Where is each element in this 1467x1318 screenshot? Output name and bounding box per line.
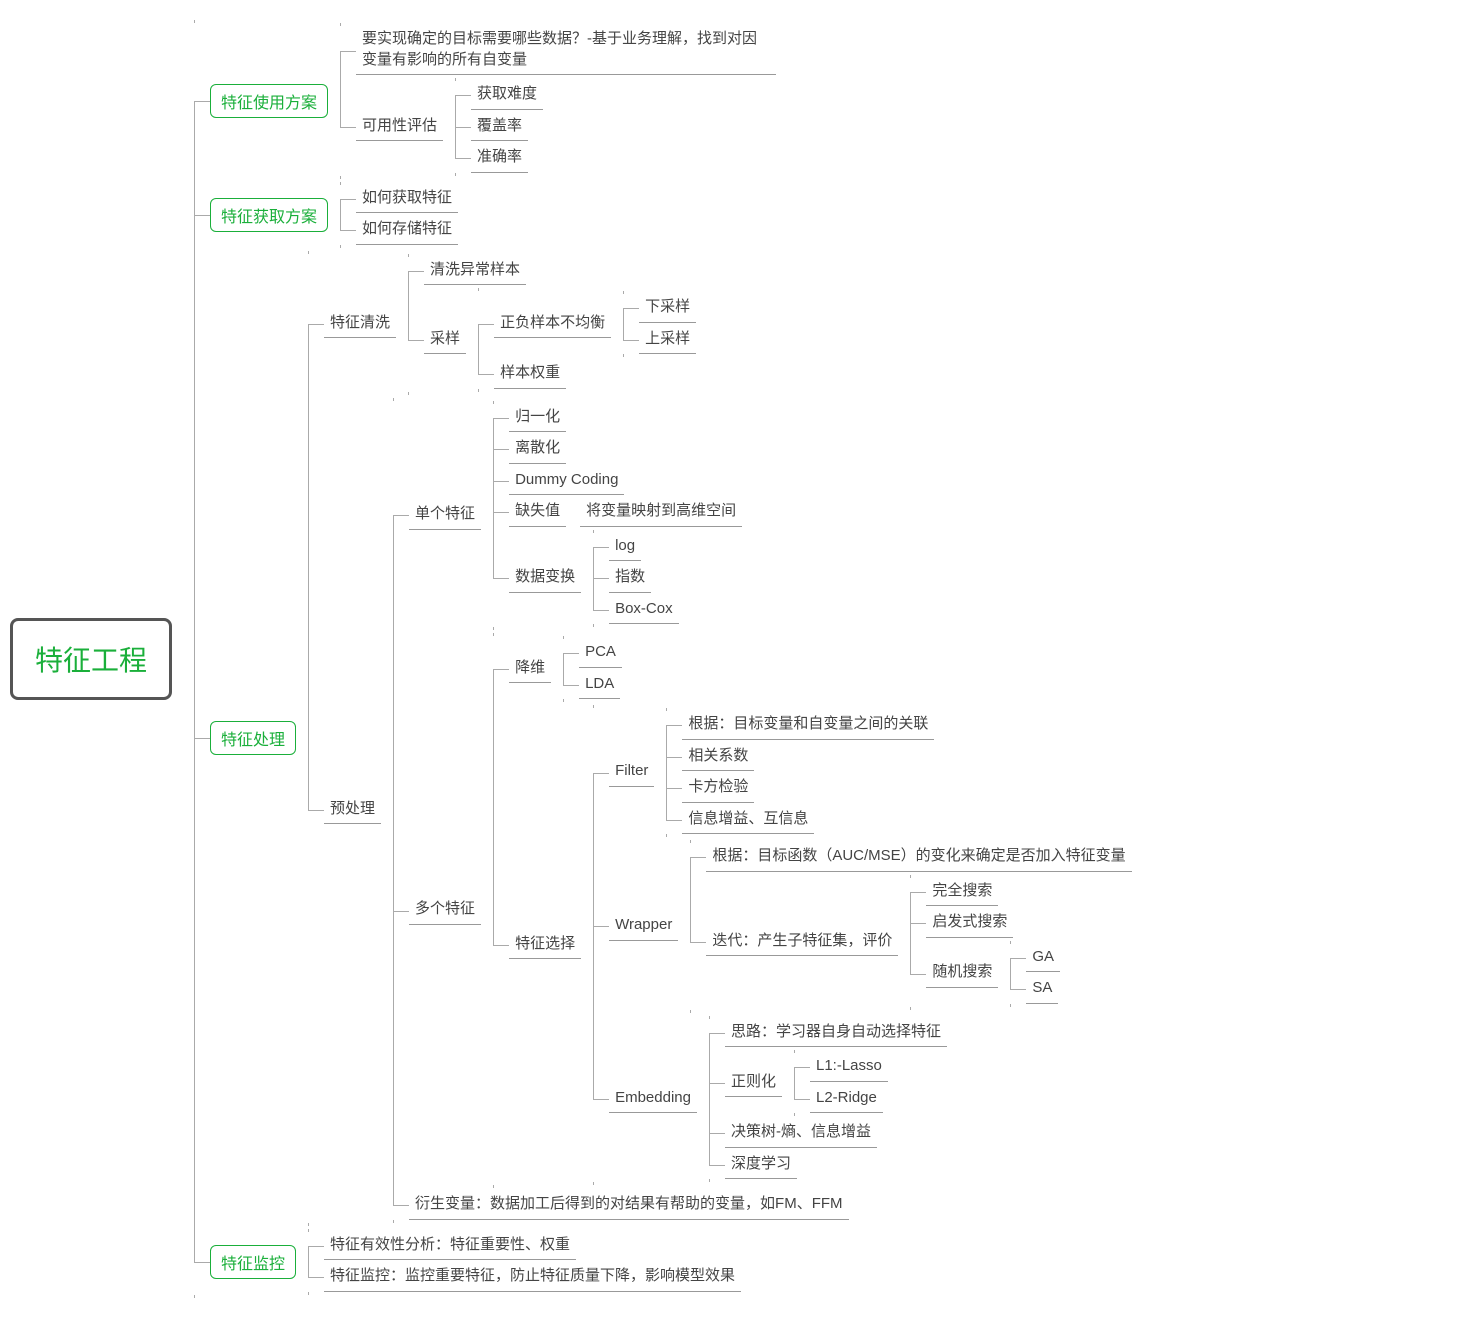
node-full-search: 完全搜索 [926, 878, 998, 907]
branch-feature-monitor: 特征监控 [210, 1245, 296, 1279]
node-clean-abnormal: 清洗异常样本 [424, 257, 526, 286]
node-filter: Filter [609, 758, 654, 787]
branch-feature-acquire: 特征获取方案 [210, 198, 328, 232]
node-wrapper-basis: 根据：目标函数（AUC/MSE）的变化来确定是否加入特征变量 [706, 843, 1131, 872]
node-feature-clean: 特征清洗 [324, 310, 396, 339]
node-lda: LDA [579, 671, 620, 700]
node-ga: GA [1026, 944, 1060, 973]
mindmap-root-container: 特征工程 特征使用方案 要实现确定的目标需要哪些数据？-基于业务理解，找到对因变… [10, 20, 1457, 1298]
node-coverage: 覆盖率 [471, 113, 528, 142]
node-feature-select: 特征选择 [509, 931, 581, 960]
node-availability: 可用性评估 [356, 113, 443, 142]
node-missing-note: 将变量映射到高维空间 [580, 498, 742, 527]
node-heuristic-search: 启发式搜索 [926, 909, 1013, 938]
node-imbalance: 正负样本不均衡 [494, 310, 611, 339]
node-filter-basis: 根据：目标变量和自变量之间的关联 [682, 711, 934, 740]
node-regularization: 正则化 [725, 1069, 782, 1098]
node-iterate: 迭代：产生子特征集，评价 [706, 928, 898, 957]
node-missing-value: 缺失值 [509, 498, 566, 527]
node-derived-var: 衍生变量：数据加工后得到的对结果有帮助的变量，如FM、FFM [409, 1191, 848, 1220]
node-downsample: 下采样 [639, 294, 696, 323]
node-acquire-difficulty: 获取难度 [471, 81, 543, 110]
node-embedding: Embedding [609, 1085, 697, 1114]
node-pca: PCA [579, 639, 622, 668]
node-preprocess: 预处理 [324, 796, 381, 825]
node-chi-square: 卡方检验 [682, 774, 754, 803]
node-accuracy: 准确率 [471, 144, 528, 173]
node-wrapper: Wrapper [609, 912, 678, 941]
node-effectiveness: 特征有效性分析：特征重要性、权重 [324, 1232, 576, 1261]
root-node: 特征工程 [10, 618, 172, 700]
node-info-gain: 信息增益、互信息 [682, 806, 814, 835]
node-deep-learning: 深度学习 [725, 1151, 797, 1180]
node-monitor: 特征监控：监控重要特征，防止特征质量下降，影响模型效果 [324, 1263, 741, 1292]
node-data-transform: 数据变换 [509, 564, 581, 593]
node-l2-ridge: L2-Ridge [810, 1085, 883, 1114]
branch-feature-usage: 特征使用方案 [210, 84, 328, 118]
node-decision-tree: 决策树-熵、信息增益 [725, 1119, 877, 1148]
node-dim-reduce: 降维 [509, 655, 551, 684]
node-sampling: 采样 [424, 326, 466, 355]
node-how-acquire: 如何获取特征 [356, 185, 458, 214]
node-correlation: 相关系数 [682, 743, 754, 772]
node-sa: SA [1026, 975, 1058, 1004]
node-sample-weight: 样本权重 [494, 360, 566, 389]
branch-feature-process: 特征处理 [210, 721, 296, 755]
node-random-search: 随机搜索 [926, 959, 998, 988]
node-boxcox: Box-Cox [609, 596, 679, 625]
node-l1-lasso: L1:-Lasso [810, 1053, 888, 1082]
node-goal-data: 要实现确定的目标需要哪些数据？-基于业务理解，找到对因变量有影响的所有自变量 [356, 26, 776, 75]
node-multi-feature: 多个特征 [409, 896, 481, 925]
node-upsample: 上采样 [639, 326, 696, 355]
node-single-feature: 单个特征 [409, 501, 481, 530]
node-how-store: 如何存储特征 [356, 216, 458, 245]
node-dummy-coding: Dummy Coding [509, 467, 624, 496]
node-embed-idea: 思路：学习器自身自动选择特征 [725, 1019, 947, 1048]
node-log: log [609, 533, 641, 562]
node-normalize: 归一化 [509, 404, 566, 433]
level1-children: 特征使用方案 要实现确定的目标需要哪些数据？-基于业务理解，找到对因变量有影响的… [194, 20, 1132, 1298]
node-discretize: 离散化 [509, 435, 566, 464]
node-exp: 指数 [609, 564, 651, 593]
